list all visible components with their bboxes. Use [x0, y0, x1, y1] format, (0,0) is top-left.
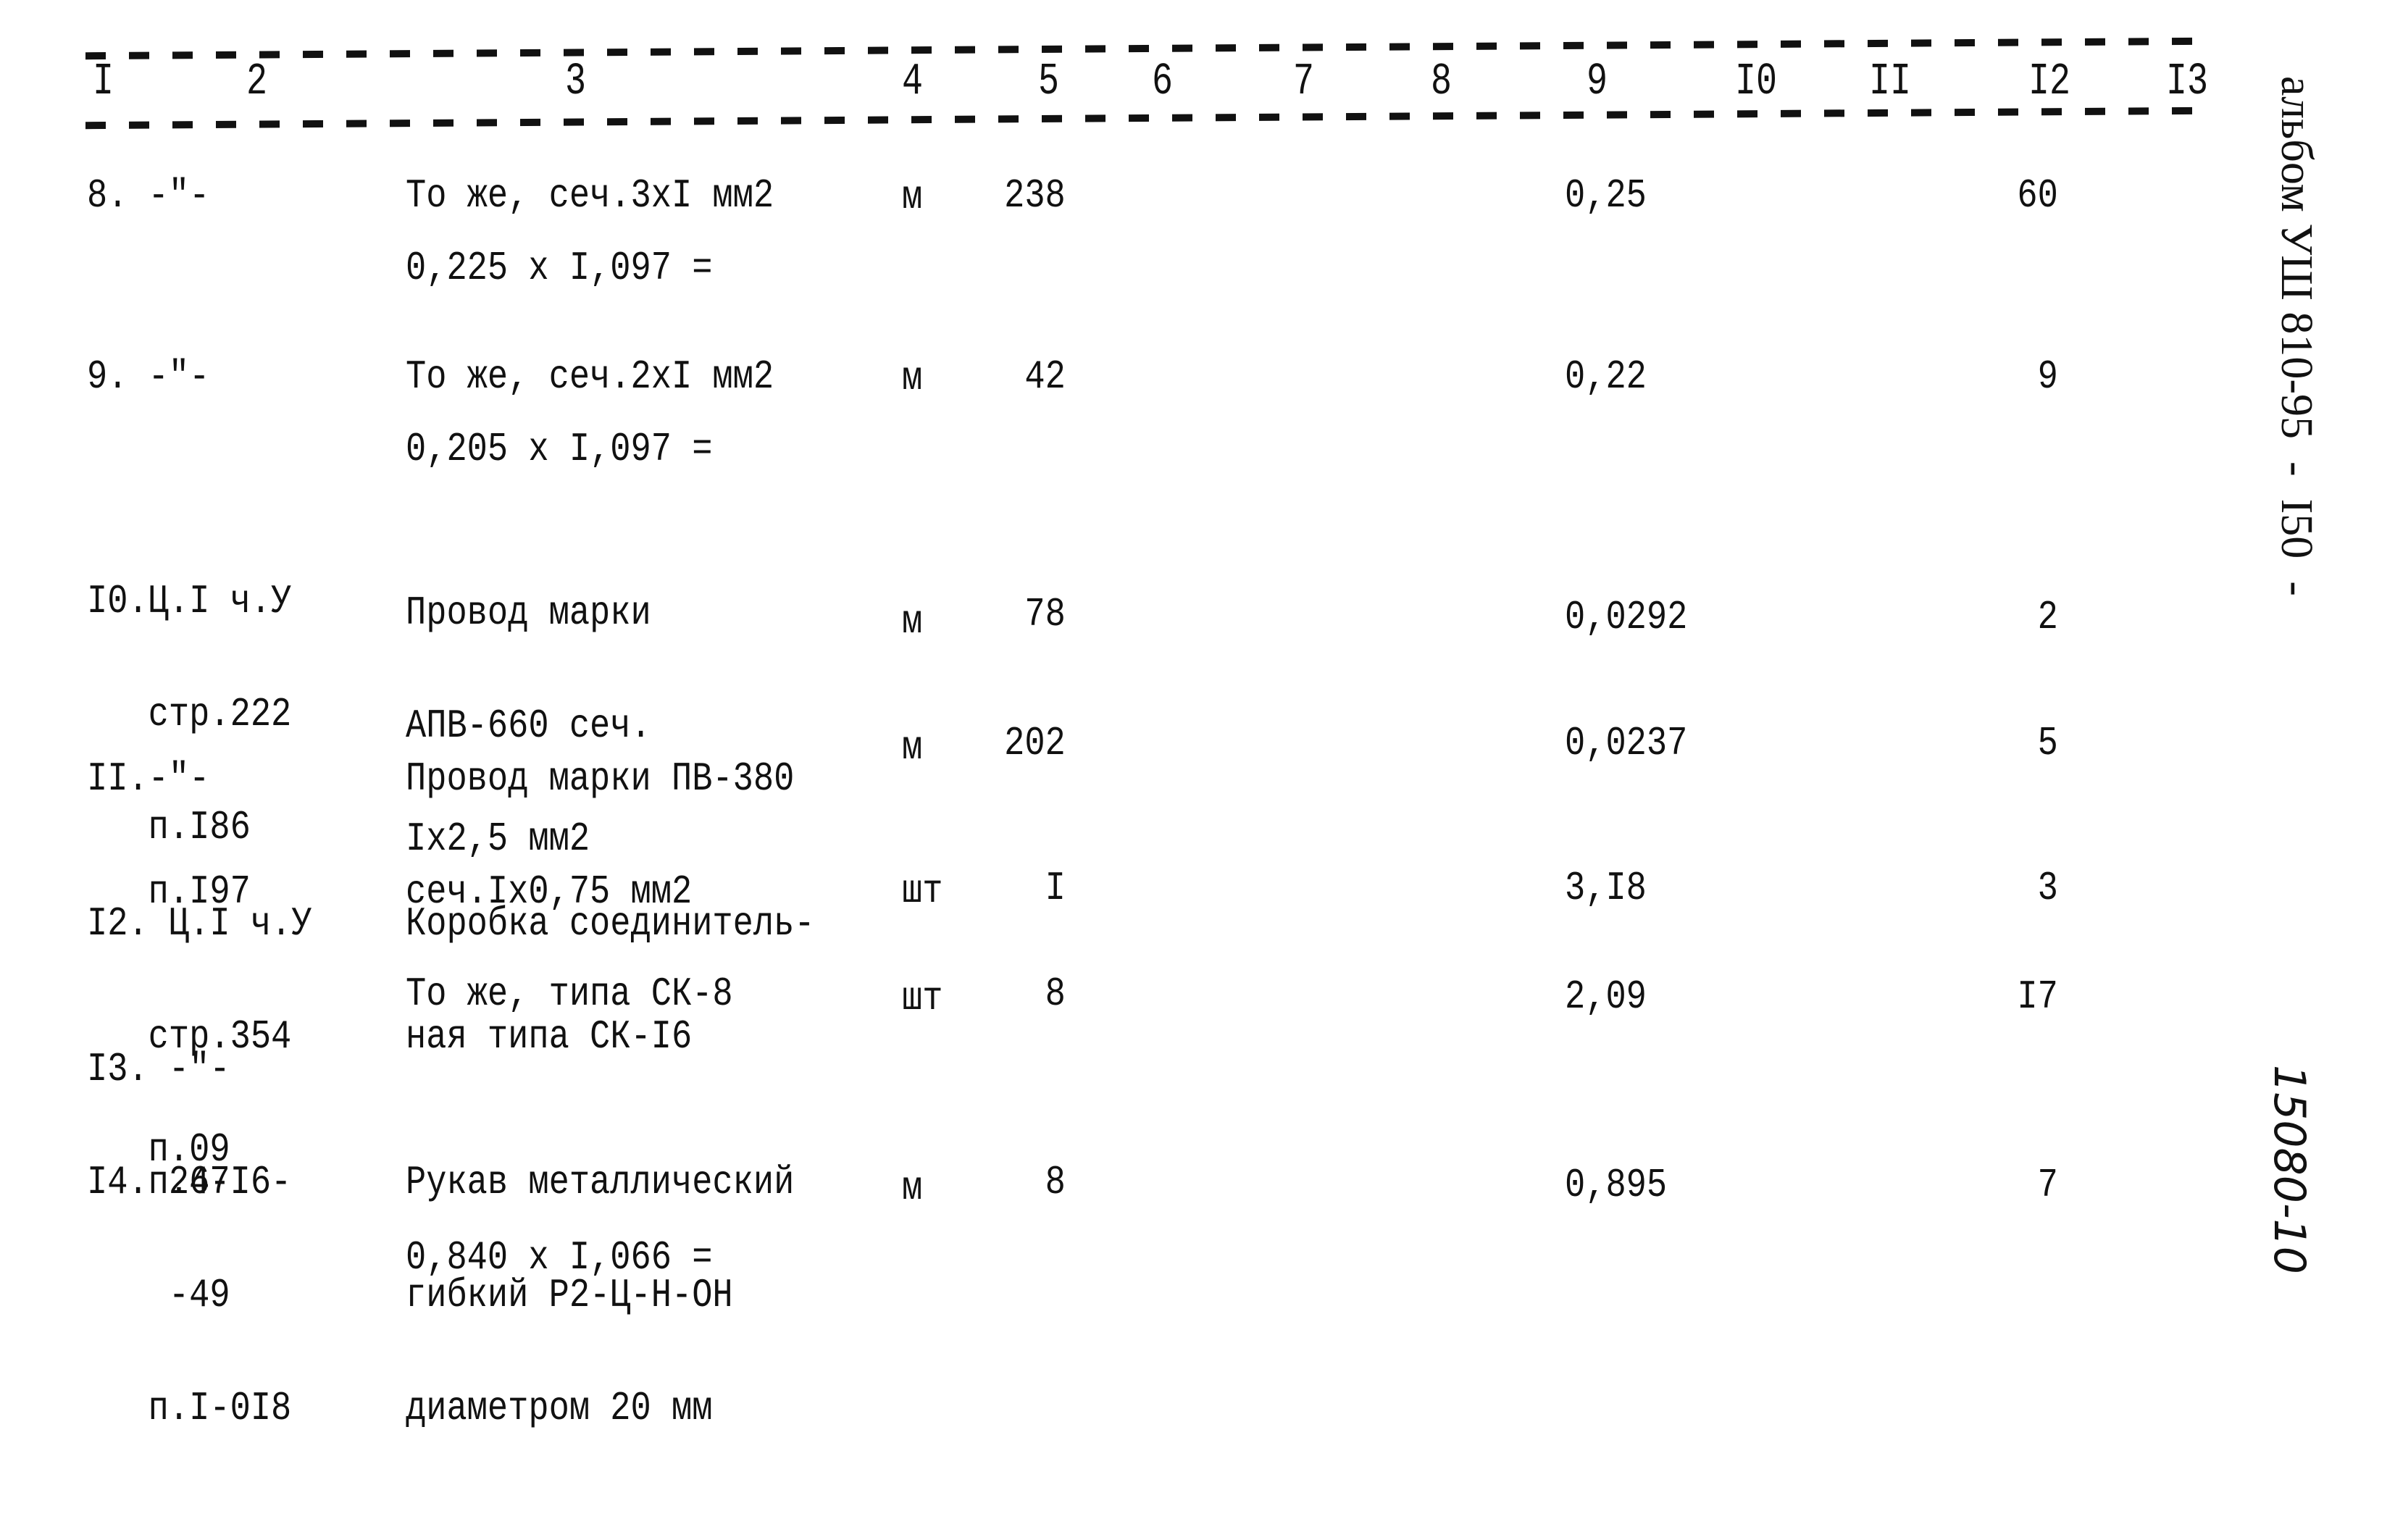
column-header-12: I2: [2028, 56, 2071, 107]
column-header-2: 2: [246, 56, 268, 107]
row-col12-value: 60: [2017, 172, 2058, 219]
row-number-ref: 8. -"-: [87, 172, 210, 219]
row-col9-value: 0,895: [1565, 1162, 1668, 1208]
description-line: Провод марки: [406, 590, 651, 636]
row-col9-value: 2,09: [1565, 974, 1647, 1020]
ref-line: -49: [87, 1272, 230, 1318]
column-header-4: 4: [902, 56, 924, 107]
column-header-13: I3: [2166, 56, 2209, 107]
album-page-stamp: альбом УШ 810-95 - I50 -: [2272, 76, 2321, 596]
column-header-8: 8: [1431, 56, 1453, 107]
column-header-3: 3: [565, 56, 587, 107]
description-line: ная типа СК-I6: [406, 1013, 693, 1060]
column-header-5: 5: [1038, 56, 1060, 107]
row-col9-value: 0,0237: [1565, 720, 1688, 766]
row-description: То же, сеч.2хI мм2: [406, 353, 774, 400]
row-col12-value: 3: [2037, 865, 2058, 911]
row-quantity: 238: [1004, 172, 1066, 219]
row-col9-value: 0,25: [1565, 172, 1647, 219]
row-col9-value: 0,22: [1565, 353, 1647, 400]
column-header-9: 9: [1587, 56, 1608, 107]
row-unit: м: [902, 355, 923, 401]
row-description: То же, типа СК-8: [406, 971, 733, 1017]
header-bottom-rule: [85, 106, 2208, 130]
row-quantity: I: [1045, 865, 1066, 911]
row-unit: шт: [902, 975, 943, 1021]
row-formula: 0,205 х I,097 =: [406, 426, 713, 472]
row-number-ref: I4. 24-I6- -49 п.I-0I8: [87, 1088, 291, 1502]
row-quantity: 8: [1045, 1159, 1066, 1205]
row-col9-value: 0,0292: [1565, 594, 1688, 640]
description-line: гибкий Р2-Ц-Н-ОН: [406, 1272, 733, 1318]
description-line: диаметром 20 мм: [406, 1385, 713, 1431]
row-unit: м: [902, 174, 923, 220]
description-line: Рукав металлический: [406, 1159, 795, 1205]
row-col12-value: 7: [2037, 1162, 2058, 1208]
row-unit: м: [902, 1165, 923, 1211]
row-formula: 0,225 х I,097 =: [406, 245, 713, 291]
row-quantity: 78: [1024, 591, 1066, 637]
column-header-7: 7: [1293, 56, 1315, 107]
row-col12-value: I7: [2017, 974, 2058, 1020]
column-header-10: I0: [1735, 56, 1778, 107]
column-header-1: I: [93, 56, 114, 107]
row-unit: м: [902, 598, 923, 645]
description-line: Провод марки ПВ-380: [406, 756, 795, 802]
row-number-ref: 9. -"-: [87, 353, 210, 400]
ref-line: I3. -"-: [87, 1046, 230, 1092]
row-unit: м: [902, 724, 923, 771]
ref-line: п.I-0I8: [87, 1385, 292, 1431]
ref-line: I4. 24-I6-: [87, 1159, 292, 1205]
row-description: То же, сеч.3хI мм2: [406, 172, 774, 219]
column-header-11: II: [1869, 56, 1912, 107]
row-unit: шт: [902, 868, 943, 914]
handwritten-code: 15080-10: [2264, 1065, 2315, 1274]
description-line: Коробка соединитель-: [406, 900, 815, 947]
row-quantity: 42: [1024, 353, 1066, 400]
ref-line: I0.Ц.I ч.У: [87, 578, 292, 624]
row-quantity: 8: [1045, 971, 1066, 1017]
row-quantity: 202: [1004, 720, 1066, 766]
row-formula: 0,840 х I,066 =: [406, 1234, 713, 1281]
ref-line: II.-"-: [87, 756, 210, 802]
column-header-6: 6: [1152, 56, 1174, 107]
row-col9-value: 3,I8: [1565, 865, 1647, 911]
ref-line: I2. Ц.I ч.У: [87, 900, 312, 947]
row-col12-value: 9: [2037, 353, 2058, 400]
row-col12-value: 2: [2037, 594, 2058, 640]
row-col12-value: 5: [2037, 720, 2058, 766]
row-description: Рукав металлический гибкий Р2-Ц-Н-ОН диа…: [406, 1088, 794, 1502]
